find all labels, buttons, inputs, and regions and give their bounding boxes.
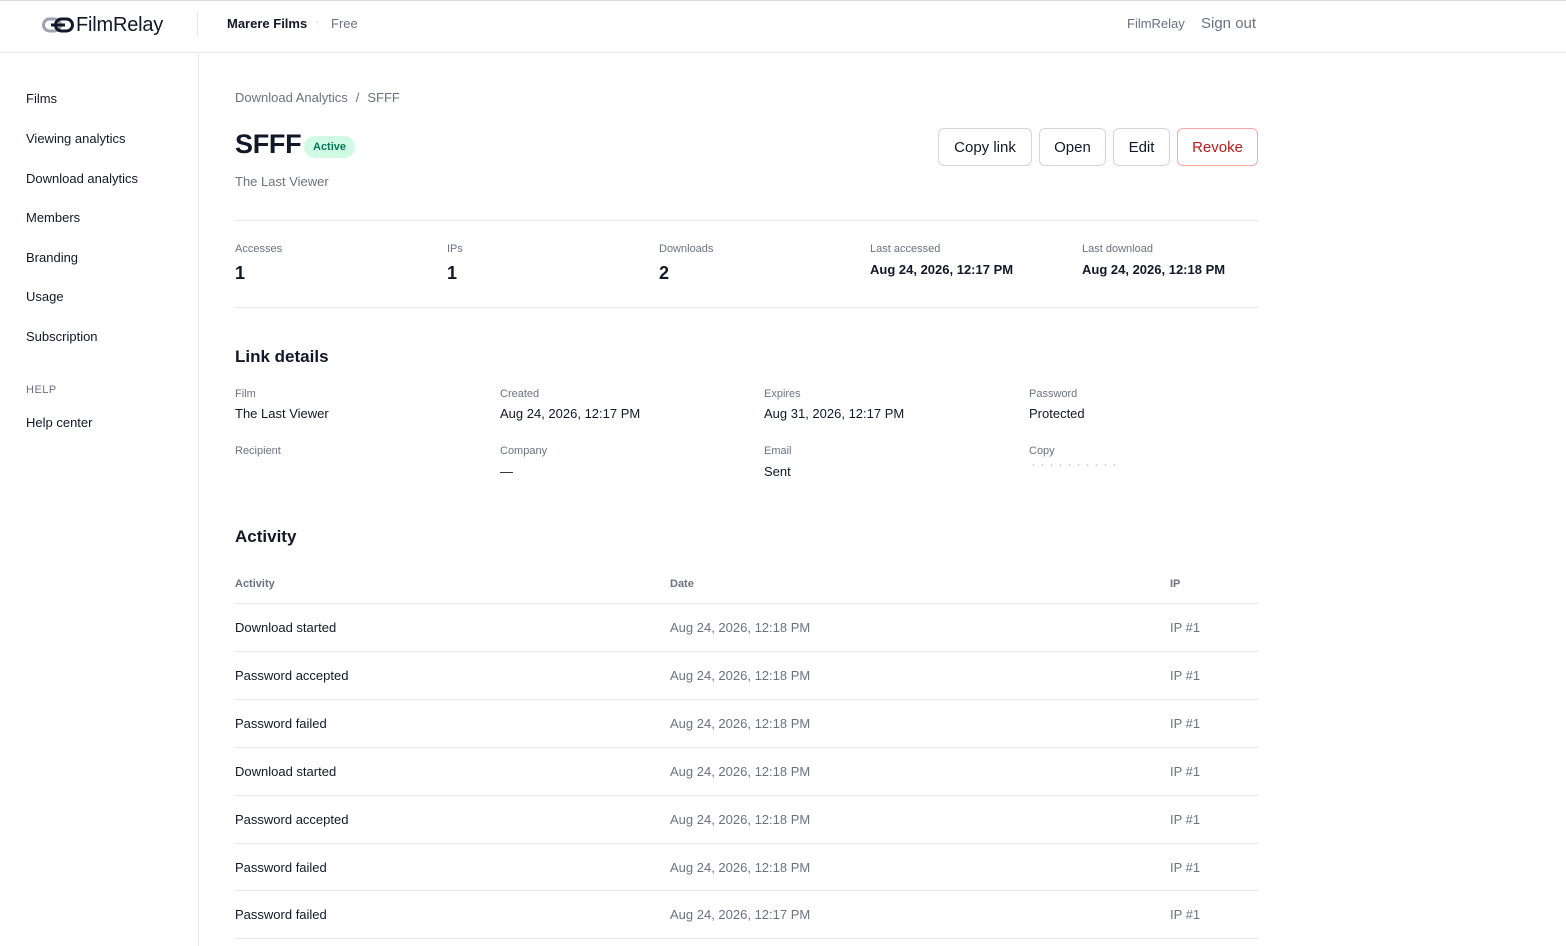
detail-label-password: Password xyxy=(1029,388,1078,400)
table-row: Download started Aug 24, 2026, 12:18 PM … xyxy=(235,747,1258,795)
activity-heading: Activity xyxy=(235,527,297,546)
stat-label-downloads: Downloads xyxy=(659,243,714,255)
stat-label-last-accessed: Last accessed xyxy=(870,243,941,255)
activity-cell: Password failed xyxy=(235,907,327,922)
detail-label-expires: Expires xyxy=(764,388,801,400)
ip-cell: IP #1 xyxy=(1170,764,1201,779)
revoke-button[interactable]: Revoke xyxy=(1177,128,1258,166)
stat-value-ips: 1 xyxy=(447,263,458,283)
column-header-date: Date xyxy=(670,578,694,590)
detail-label-film: Film xyxy=(235,388,256,400)
header-divider xyxy=(197,12,198,35)
stat-value-downloads: 2 xyxy=(659,263,670,283)
detail-value-created: Aug 24, 2026, 12:17 PM xyxy=(500,406,641,421)
stat-label-last-download: Last download xyxy=(1082,243,1153,255)
date-cell: Aug 24, 2026, 12:17 PM xyxy=(670,907,811,922)
stat-value-last-accessed: Aug 24, 2026, 12:17 PM xyxy=(870,262,1014,277)
sidebar-section-help: HELP xyxy=(26,384,57,396)
sidebar: Films Viewing analytics Download analyti… xyxy=(0,53,199,946)
stat-label-ips: IPs xyxy=(447,243,463,255)
sidebar-item-help-center[interactable]: Help center xyxy=(26,415,92,430)
date-cell: Aug 24, 2026, 12:18 PM xyxy=(670,668,811,683)
date-cell: Aug 24, 2026, 12:18 PM xyxy=(670,716,811,731)
breadcrumb-parent[interactable]: Download Analytics xyxy=(235,90,348,105)
edit-button[interactable]: Edit xyxy=(1113,128,1170,166)
sidebar-item-download-analytics[interactable]: Download analytics xyxy=(26,171,138,186)
sidebar-item-branding[interactable]: Branding xyxy=(26,250,78,265)
page-title: SFFF xyxy=(235,129,302,159)
activity-cell: Download started xyxy=(235,620,337,635)
sidebar-item-usage[interactable]: Usage xyxy=(26,289,64,304)
sidebar-item-viewing-analytics[interactable]: Viewing analytics xyxy=(26,131,125,146)
detail-label-email: Email xyxy=(764,445,792,457)
sidebar-item-members[interactable]: Members xyxy=(26,210,80,225)
table-row: Password failed Aug 24, 2026, 12:18 PM I… xyxy=(235,699,1258,747)
plan-label: Free xyxy=(331,16,358,31)
activity-cell: Password accepted xyxy=(235,812,349,827)
ip-cell: IP #1 xyxy=(1170,907,1201,922)
detail-value-password: Protected xyxy=(1029,406,1085,421)
column-header-ip: IP xyxy=(1170,578,1181,590)
stat-value-accesses: 1 xyxy=(235,263,246,283)
ip-cell: IP #1 xyxy=(1170,716,1201,731)
date-cell: Aug 24, 2026, 12:18 PM xyxy=(670,764,811,779)
table-row: Password accepted Aug 24, 2026, 12:18 PM… xyxy=(235,795,1258,843)
sign-out-button[interactable]: Sign out xyxy=(1201,15,1256,32)
stat-value-last-download: Aug 24, 2026, 12:18 PM xyxy=(1082,262,1226,277)
table-row: Download started Aug 24, 2026, 12:18 PM … xyxy=(235,603,1258,651)
link-details-heading: Link details xyxy=(235,347,329,366)
detail-value-email: Sent xyxy=(764,464,791,479)
divider xyxy=(235,220,1258,221)
open-button[interactable]: Open xyxy=(1039,128,1106,166)
detail-value-expires: Aug 31, 2026, 12:17 PM xyxy=(764,406,905,421)
breadcrumb-current: SFFF xyxy=(367,90,400,105)
org-name[interactable]: Marere Films xyxy=(227,16,307,31)
date-cell: Aug 24, 2026, 12:18 PM xyxy=(670,812,811,827)
activity-cell: Password failed xyxy=(235,716,327,731)
activity-cell: Password failed xyxy=(235,860,327,875)
page-subtitle: The Last Viewer xyxy=(235,174,329,189)
detail-value-company: — xyxy=(500,464,513,479)
detail-label-created: Created xyxy=(500,388,540,400)
ip-cell: IP #1 xyxy=(1170,620,1201,635)
ip-cell: IP #1 xyxy=(1170,860,1201,875)
stat-label-accesses: Accesses xyxy=(235,243,283,255)
detail-label-company: Company xyxy=(500,445,548,457)
detail-label-copy: Copy xyxy=(1029,445,1055,457)
copy-value-placeholder xyxy=(1029,463,1119,467)
column-header-activity: Activity xyxy=(235,578,275,590)
link-logo-icon xyxy=(42,16,74,34)
brand-name: FilmRelay xyxy=(76,13,164,36)
breadcrumb-separator: / xyxy=(355,90,360,105)
activity-cell: Download started xyxy=(235,764,337,779)
header-brand-link[interactable]: FilmRelay xyxy=(1127,16,1185,31)
sidebar-item-subscription[interactable]: Subscription xyxy=(26,329,98,344)
detail-label-recipient: Recipient xyxy=(235,445,281,457)
top-bar: FilmRelay Marere Films · Free FilmRelay … xyxy=(0,0,1566,53)
logo[interactable]: FilmRelay xyxy=(42,13,163,37)
divider xyxy=(235,307,1258,308)
divider xyxy=(235,938,1258,939)
table-row: Password failed Aug 24, 2026, 12:18 PM I… xyxy=(235,843,1258,891)
sidebar-item-films[interactable]: Films xyxy=(26,91,57,106)
date-cell: Aug 24, 2026, 12:18 PM xyxy=(670,860,811,875)
activity-cell: Password accepted xyxy=(235,668,349,683)
status-badge: Active xyxy=(304,136,356,158)
ip-cell: IP #1 xyxy=(1170,668,1201,683)
ip-cell: IP #1 xyxy=(1170,812,1201,827)
breadcrumb: Download Analytics / SFFF xyxy=(235,90,400,105)
table-row: Password failed Aug 24, 2026, 12:17 PM I… xyxy=(235,890,1258,938)
org-separator: · xyxy=(315,14,320,29)
detail-value-film: The Last Viewer xyxy=(235,406,329,421)
table-row: Password accepted Aug 24, 2026, 12:18 PM… xyxy=(235,651,1258,699)
date-cell: Aug 24, 2026, 12:18 PM xyxy=(670,620,811,635)
copy-link-button[interactable]: Copy link xyxy=(938,128,1032,166)
